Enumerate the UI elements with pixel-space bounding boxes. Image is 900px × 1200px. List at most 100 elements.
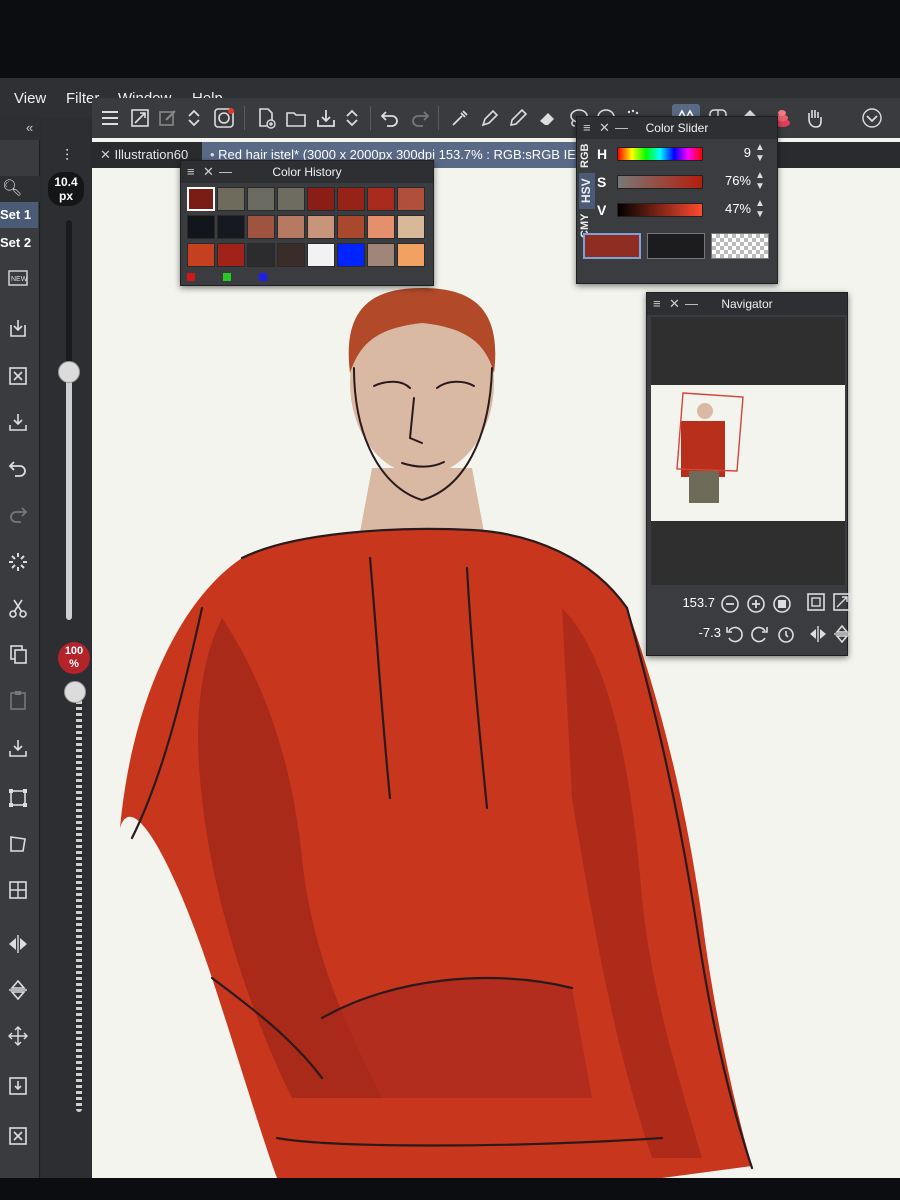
hue-value[interactable]: 9: [713, 145, 751, 160]
free-transform-icon[interactable]: [4, 830, 32, 858]
chevron-down-icon[interactable]: [858, 104, 886, 132]
color-swatch[interactable]: [397, 215, 425, 239]
fit-window-icon[interactable]: [805, 591, 827, 613]
close-tab-icon[interactable]: ✕: [100, 147, 115, 162]
mode-tab-hsv[interactable]: HSV: [579, 173, 595, 209]
color-swatch[interactable]: [217, 243, 245, 267]
undo-side-icon[interactable]: [4, 454, 32, 482]
color-swatch[interactable]: [367, 215, 395, 239]
flip-horizontal-icon[interactable]: [4, 930, 32, 958]
new-layer-icon[interactable]: NEW: [4, 264, 32, 292]
brush-opacity-knob[interactable]: [64, 681, 86, 703]
redo-icon[interactable]: [406, 104, 434, 132]
saturation-value[interactable]: 76%: [713, 173, 751, 188]
save-arrows-icon[interactable]: [338, 104, 366, 132]
color-swatch[interactable]: [277, 215, 305, 239]
hue-slider[interactable]: [617, 147, 703, 161]
color-swatch[interactable]: [277, 243, 305, 267]
value-stepper-icon[interactable]: ▲ ▼: [755, 198, 765, 220]
mesh-icon[interactable]: [4, 876, 32, 904]
brush-opacity-slider[interactable]: [76, 692, 82, 1112]
collapse-arrows-icon[interactable]: «: [26, 120, 33, 135]
open-folder-icon[interactable]: [282, 104, 310, 132]
import-icon[interactable]: [4, 314, 32, 342]
color-swatch[interactable]: [307, 215, 335, 239]
new-file-icon[interactable]: [252, 104, 280, 132]
fit-canvas-icon[interactable]: [126, 104, 154, 132]
import-image-icon[interactable]: [4, 734, 32, 762]
color-swatch[interactable]: [247, 243, 275, 267]
search-icon[interactable]: 🔍︎: [2, 178, 22, 198]
reorder-arrows-icon[interactable]: [180, 104, 208, 132]
pen-tool-icon[interactable]: [476, 104, 504, 132]
color-swatch[interactable]: [307, 187, 335, 211]
color-swatch[interactable]: [187, 215, 215, 239]
rotate-left-icon[interactable]: [723, 623, 745, 645]
zoom-value[interactable]: 153.7: [675, 595, 715, 610]
edit-layer-icon[interactable]: [154, 104, 182, 132]
eyedropper-tool-icon[interactable]: [446, 104, 474, 132]
save-icon[interactable]: [312, 104, 340, 132]
transparent-color-swatch[interactable]: [711, 233, 769, 259]
actual-size-icon[interactable]: [771, 593, 793, 615]
flip-horizontal-nav-icon[interactable]: [807, 623, 829, 645]
color-swatch[interactable]: [337, 243, 365, 267]
color-swatch[interactable]: [247, 187, 275, 211]
tab-set-2[interactable]: Set 2: [0, 230, 38, 256]
color-swatch[interactable]: [367, 243, 395, 267]
menu-view[interactable]: View: [14, 90, 46, 107]
cut-icon[interactable]: [4, 594, 32, 622]
value-slider[interactable]: [617, 203, 703, 217]
color-swatch[interactable]: [247, 215, 275, 239]
sub-color-swatch[interactable]: [647, 233, 705, 259]
color-swatch[interactable]: [307, 243, 335, 267]
tab-set-1[interactable]: Set 1: [0, 202, 38, 228]
merge-down-icon[interactable]: [4, 1072, 32, 1100]
redo-side-icon[interactable]: [4, 500, 32, 528]
color-swatch[interactable]: [397, 187, 425, 211]
hand-tool-icon[interactable]: [800, 104, 828, 132]
navigator-preview[interactable]: [651, 317, 845, 585]
main-color-swatch[interactable]: [583, 233, 641, 259]
rotate-right-icon[interactable]: [749, 623, 771, 645]
hue-stepper-icon[interactable]: ▲ ▼: [755, 142, 765, 164]
move-layer-icon[interactable]: [4, 1022, 32, 1050]
companion-app-icon[interactable]: [210, 104, 238, 132]
export-icon[interactable]: [4, 408, 32, 436]
color-swatch[interactable]: [277, 187, 305, 211]
value-value[interactable]: 47%: [713, 201, 751, 216]
adjust-settings-icon[interactable]: ⫶: [65, 148, 69, 166]
close-box-icon[interactable]: [4, 362, 32, 390]
color-swatch[interactable]: [187, 187, 215, 211]
fit-screen-icon[interactable]: [831, 591, 853, 613]
reset-rotation-icon[interactable]: [775, 623, 797, 645]
pencil-tool-icon[interactable]: [504, 104, 532, 132]
saturation-stepper-icon[interactable]: ▲ ▼: [755, 170, 765, 192]
color-swatch[interactable]: [337, 215, 365, 239]
mode-tab-rgb[interactable]: RGB: [579, 141, 595, 171]
brush-size-knob[interactable]: [58, 361, 80, 383]
paste-icon[interactable]: [4, 686, 32, 714]
flip-vertical-icon[interactable]: [4, 976, 32, 1004]
zoom-out-icon[interactable]: [719, 593, 741, 615]
saturation-slider[interactable]: [617, 175, 703, 189]
color-swatch[interactable]: [337, 187, 365, 211]
transform-icon[interactable]: [4, 784, 32, 812]
zoom-in-icon[interactable]: [745, 593, 767, 615]
undo-icon[interactable]: [376, 104, 404, 132]
hamburger-menu-icon[interactable]: [96, 104, 124, 132]
rotation-value[interactable]: -7.3: [681, 625, 721, 640]
color-swatch[interactable]: [367, 187, 395, 211]
loading-spinner-icon[interactable]: [4, 548, 32, 576]
color-swatch[interactable]: [397, 243, 425, 267]
color-swatch[interactable]: [217, 187, 245, 211]
saturation-label: S: [597, 174, 607, 190]
copy-icon[interactable]: [4, 640, 32, 668]
flip-vertical-nav-icon[interactable]: [831, 623, 853, 645]
color-swatch[interactable]: [217, 215, 245, 239]
brush-size-unit: px: [58, 189, 73, 203]
eraser-tool-icon[interactable]: [534, 104, 562, 132]
delete-layer-icon[interactable]: [4, 1122, 32, 1150]
color-swatch[interactable]: [187, 243, 215, 267]
tab-label: Illustration60: [114, 147, 189, 162]
